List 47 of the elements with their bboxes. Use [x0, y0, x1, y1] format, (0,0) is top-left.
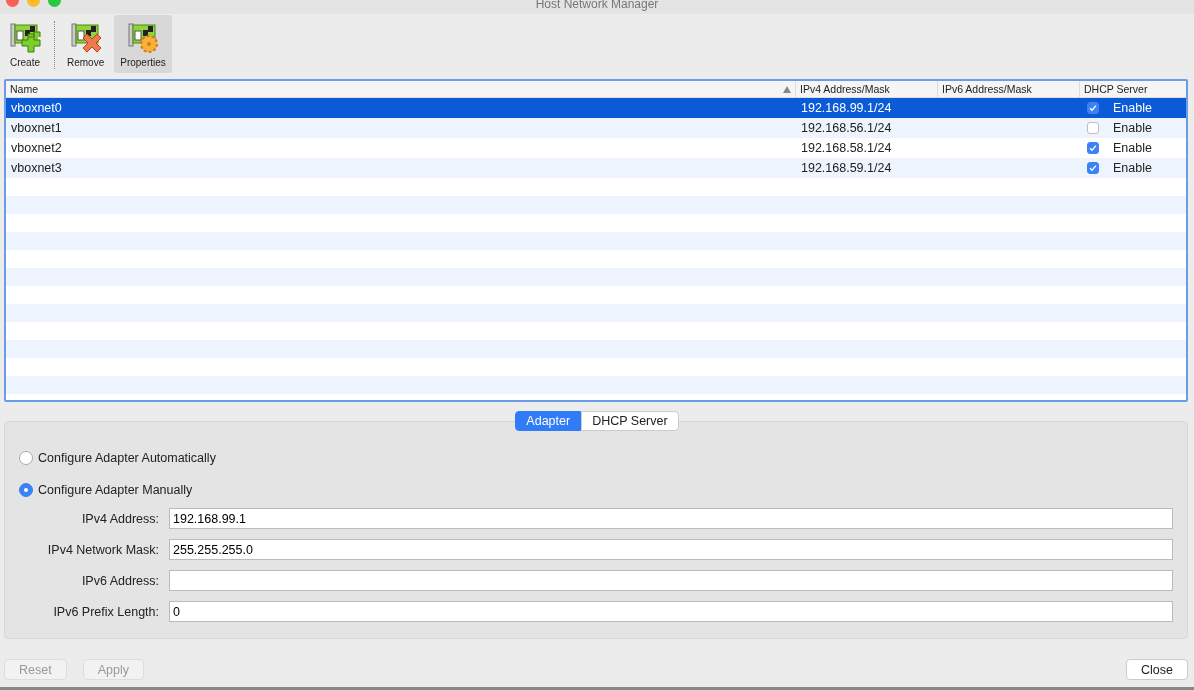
input-field[interactable]	[169, 570, 1173, 591]
network-card-gear-icon	[126, 21, 161, 55]
input-field[interactable]: 255.255.255.0	[169, 539, 1173, 560]
tab[interactable]: Adapter	[515, 411, 582, 431]
column-header[interactable]: IPv4 Address/Mask	[796, 81, 938, 97]
table-cell-text: 192.168.58.1/24	[800, 141, 893, 155]
radio-button[interactable]	[19, 483, 33, 497]
table-cell: Enable	[1113, 121, 1152, 135]
toolbar-button[interactable]: Properties	[114, 15, 172, 73]
radio-label[interactable]: Configure Adapter Automatically	[38, 451, 216, 465]
window-title: Host Network Manager	[535, 0, 659, 11]
table-cell: Enable	[1113, 141, 1152, 155]
table-cell-text: vboxnet3	[10, 161, 63, 175]
table-row[interactable]: vboxnet3 192.168.59.1/24 Enable	[6, 158, 1186, 178]
input-field[interactable]: 192.168.99.1	[169, 508, 1173, 529]
table-cell-text: 192.168.56.1/24	[800, 121, 893, 135]
table-row[interactable]: vboxnet2 192.168.58.1/24 Enable	[6, 138, 1186, 158]
table-cell-text: vboxnet0	[10, 101, 63, 115]
network-card-add-icon	[8, 21, 42, 55]
field-label: IPv6 Prefix Length:	[52, 604, 159, 619]
table-row[interactable]: vboxnet0 192.168.99.1/24 Enable	[6, 98, 1186, 118]
column-header[interactable]: Name	[6, 81, 796, 97]
table-cell-text: vboxnet2	[10, 141, 63, 155]
table-cell: Enable	[1113, 101, 1152, 115]
toolbar-button[interactable]: Create	[2, 15, 48, 73]
radio-label[interactable]: Configure Adapter Manually	[38, 483, 193, 497]
table-row[interactable]: vboxnet1 192.168.56.1/24 Enable	[6, 118, 1186, 138]
checkbox[interactable]	[1087, 102, 1099, 114]
input-field[interactable]: 0	[169, 601, 1173, 622]
radio-button[interactable]	[19, 451, 33, 465]
sort-ascending-icon	[783, 85, 791, 93]
tab[interactable]: DHCP Server	[581, 411, 679, 431]
field-label: IPv4 Address:	[80, 511, 159, 526]
column-header[interactable]: IPv6 Address/Mask	[938, 81, 1080, 97]
toolbar-button[interactable]: Remove	[61, 15, 111, 73]
table-cell: Enable	[1113, 161, 1152, 175]
checkbox[interactable]	[1087, 162, 1099, 174]
table-cell-text: vboxnet1	[10, 121, 63, 135]
checkbox[interactable]	[1087, 142, 1099, 154]
column-header[interactable]: DHCP Server	[1080, 81, 1186, 97]
dialog-button[interactable]: Close	[1126, 659, 1188, 680]
network-card-remove-icon	[68, 21, 103, 55]
field-label: IPv6 Address:	[80, 573, 159, 588]
table-cell-text: 192.168.99.1/24	[800, 101, 893, 115]
checkbox[interactable]	[1087, 122, 1099, 134]
table-cell-text: 192.168.59.1/24	[800, 161, 893, 175]
field-label: IPv4 Network Mask:	[46, 542, 159, 557]
